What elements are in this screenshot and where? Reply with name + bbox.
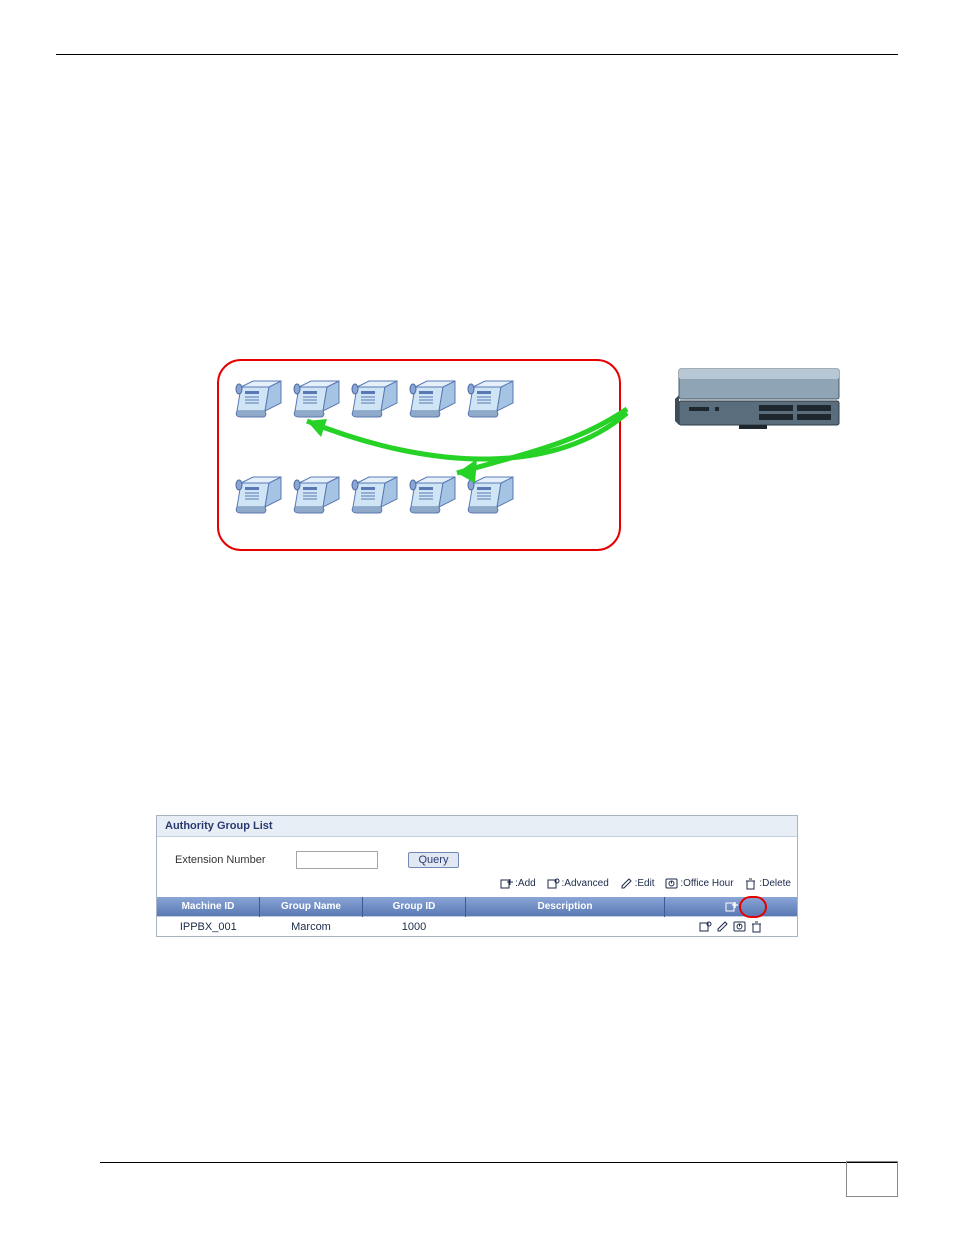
table-row: IPPBX_001Marcom1000 <box>157 917 797 937</box>
cell-description <box>466 917 665 937</box>
legend-add: :Add <box>500 877 536 890</box>
group-table: Machine ID Group Name Group ID Descripti… <box>157 897 797 936</box>
row-office-hour-icon[interactable] <box>733 920 746 933</box>
legend-office-hour: :Office Hour <box>665 877 733 890</box>
row-delete-icon[interactable] <box>750 920 763 933</box>
legend-advanced: :Advanced <box>547 877 609 890</box>
col-group-name: Group Name <box>260 897 363 917</box>
phone-row-bottom <box>235 473 517 515</box>
page-number-box <box>846 1161 898 1197</box>
phone-icon <box>235 377 285 419</box>
legend-edit: :Edit <box>620 877 655 890</box>
phone-icon <box>293 377 343 419</box>
row-advanced-icon[interactable] <box>699 920 712 933</box>
bottom-rule <box>100 1162 898 1163</box>
cell-group-name: Marcom <box>260 917 363 937</box>
advanced-icon <box>547 877 560 890</box>
phone-icon <box>351 473 401 515</box>
row-edit-icon[interactable] <box>716 920 729 933</box>
phone-icon <box>467 473 517 515</box>
ippbx-device-icon <box>675 365 845 431</box>
trash-icon <box>744 877 757 890</box>
col-group-id: Group ID <box>363 897 466 917</box>
extension-number-input[interactable] <box>296 851 378 869</box>
edit-icon <box>620 877 633 890</box>
col-description: Description <box>466 897 665 917</box>
network-diagram <box>217 355 737 555</box>
authority-group-list-panel: Authority Group List Extension Number Qu… <box>156 815 798 937</box>
cell-machine-id: IPPBX_001 <box>157 917 260 937</box>
top-rule <box>56 54 898 55</box>
legend-delete: :Delete <box>744 877 791 890</box>
extension-number-label: Extension Number <box>175 854 266 866</box>
col-machine-id: Machine ID <box>157 897 260 917</box>
cell-actions <box>665 917 798 937</box>
panel-title: Authority Group List <box>157 816 797 837</box>
query-button[interactable]: Query <box>408 852 460 868</box>
legend-row: :Add :Advanced :Edit :Office Hour :Delet… <box>157 875 797 897</box>
header-add-icon[interactable] <box>725 900 738 913</box>
col-actions <box>665 897 798 917</box>
cell-group-id: 1000 <box>363 917 466 937</box>
phone-icon <box>409 473 459 515</box>
phone-icon <box>409 377 459 419</box>
phone-icon <box>293 473 343 515</box>
phone-icon <box>235 473 285 515</box>
clock-icon <box>665 877 678 890</box>
phone-icon <box>351 377 401 419</box>
phone-row-top <box>235 377 517 419</box>
callout-circle <box>739 896 767 918</box>
query-row: Extension Number Query <box>157 837 797 875</box>
add-icon <box>500 877 513 890</box>
phone-icon <box>467 377 517 419</box>
